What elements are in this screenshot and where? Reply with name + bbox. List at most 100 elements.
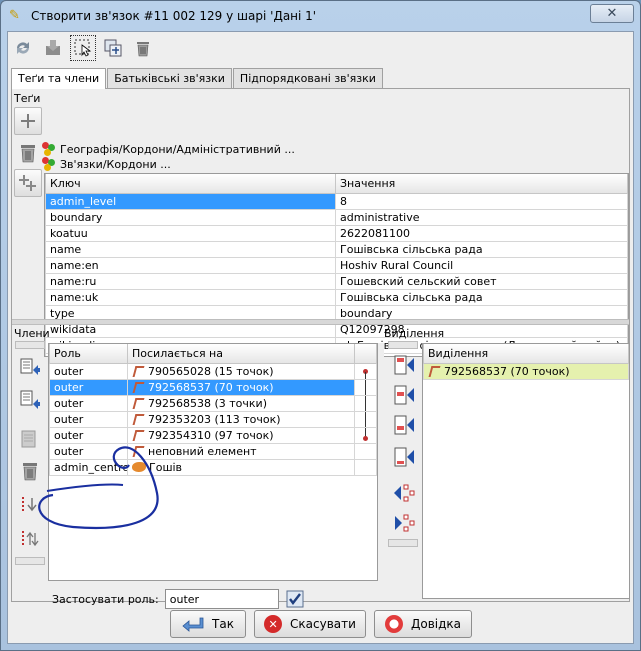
paste-tags-button[interactable] bbox=[14, 169, 42, 197]
tag-row[interactable]: boundary administrative bbox=[45, 208, 628, 226]
member-row[interactable]: outer 792568537 (70 точок) bbox=[49, 378, 377, 396]
member-ref[interactable]: Гошів bbox=[127, 458, 355, 476]
add-selected-at-end-button[interactable] bbox=[390, 443, 418, 471]
delete-tag-button[interactable] bbox=[14, 139, 42, 167]
member-role[interactable]: outer bbox=[49, 394, 128, 412]
tag-value[interactable]: Гошівська сільська рада bbox=[335, 288, 628, 306]
member-ref[interactable]: 792353203 (113 точок) bbox=[127, 410, 355, 428]
member-row[interactable]: admin_centre Гошів bbox=[49, 458, 377, 476]
sort-members-button[interactable] bbox=[16, 491, 44, 519]
download-icon[interactable] bbox=[40, 35, 66, 61]
trash-icon bbox=[21, 145, 35, 163]
tag-key[interactable]: boundary bbox=[45, 208, 336, 226]
move-down-button[interactable] bbox=[16, 385, 44, 413]
tag-row[interactable]: name:uk Гошівська сільська рада bbox=[45, 288, 628, 306]
preset-link-relations[interactable]: Зв'язки/Кордони ... bbox=[42, 157, 171, 171]
member-ref[interactable]: 790565028 (15 точок) bbox=[127, 362, 355, 380]
members-splitter[interactable] bbox=[378, 343, 384, 581]
member-role[interactable]: outer bbox=[49, 426, 128, 444]
column-header-key[interactable]: Ключ bbox=[45, 174, 336, 194]
tag-value[interactable]: Гошевский сельский совет bbox=[335, 272, 628, 290]
role-input[interactable] bbox=[164, 589, 279, 609]
tag-value[interactable]: Hoshiv Rural Council bbox=[335, 256, 628, 274]
member-role[interactable]: outer bbox=[49, 378, 128, 396]
refresh-icon[interactable] bbox=[10, 35, 36, 61]
selection-buttons-scroll-down[interactable] bbox=[388, 539, 418, 547]
tag-key[interactable]: admin_level bbox=[45, 192, 336, 210]
add-tag-button[interactable] bbox=[14, 107, 42, 135]
tag-value[interactable]: Гошівська сільська рада bbox=[335, 240, 628, 258]
select-members-button[interactable] bbox=[390, 509, 418, 537]
help-button[interactable]: Довідка bbox=[374, 610, 472, 638]
ok-button[interactable]: Так bbox=[170, 610, 246, 638]
add-selected-before-button[interactable] bbox=[390, 381, 418, 409]
lifebuoy-icon bbox=[384, 615, 403, 633]
tag-row[interactable]: name Гошівська сільська рада bbox=[45, 240, 628, 258]
tag-key[interactable]: name:en bbox=[45, 256, 336, 274]
tag-value[interactable]: 8 bbox=[335, 192, 628, 210]
member-ref[interactable]: 792568537 (70 точок) bbox=[127, 378, 355, 396]
member-row[interactable]: outer неповний елемент bbox=[49, 442, 377, 460]
member-row[interactable]: outer 792353203 (113 точок) bbox=[49, 410, 377, 428]
selection-buttons-scroll-up[interactable] bbox=[388, 341, 418, 349]
member-role[interactable]: outer bbox=[49, 410, 128, 428]
move-up-button[interactable] bbox=[16, 353, 44, 381]
selection-item[interactable]: 792568537 (70 точок) bbox=[423, 362, 629, 380]
edit-member-button[interactable] bbox=[16, 425, 44, 453]
preset-link-geography[interactable]: Географія/Кордони/Адміністративний ... bbox=[42, 142, 295, 156]
trash-icon[interactable] bbox=[130, 35, 156, 61]
tag-key[interactable]: name:ru bbox=[45, 272, 336, 290]
way-icon bbox=[132, 445, 144, 457]
tags-section-label: Теґи bbox=[14, 92, 41, 105]
members-buttons-scroll-down[interactable] bbox=[15, 557, 45, 565]
tab-child-relations[interactable]: Підпорядковані зв'язки bbox=[232, 68, 383, 88]
tag-key[interactable]: name bbox=[45, 240, 336, 258]
member-role[interactable]: outer bbox=[49, 442, 128, 460]
remove-selected-button[interactable] bbox=[390, 479, 418, 507]
member-row[interactable]: outer 792354310 (97 точок) bbox=[49, 426, 377, 444]
tag-row[interactable]: admin_level 8 bbox=[45, 192, 628, 210]
column-header-refers-to[interactable]: Посилається на bbox=[127, 344, 355, 364]
help-label: Довідка bbox=[410, 617, 462, 631]
tab-tags-and-members[interactable]: Теґи та члени bbox=[11, 68, 107, 89]
tag-value[interactable]: 2622081100 bbox=[335, 224, 628, 242]
apply-role-button[interactable] bbox=[285, 589, 305, 609]
member-ref-label: неповний елемент bbox=[148, 444, 257, 458]
member-ref[interactable]: 792568538 (3 точки) bbox=[127, 394, 355, 412]
tag-value[interactable]: administrative bbox=[335, 208, 628, 226]
close-button[interactable]: ✕ bbox=[590, 4, 634, 23]
tab-parent-relations[interactable]: Батьківські зв'язки bbox=[107, 68, 232, 88]
member-role[interactable]: admin_centre bbox=[49, 458, 128, 476]
sequence-indicator bbox=[354, 426, 377, 444]
tag-key[interactable]: koatuu bbox=[45, 224, 336, 242]
member-role[interactable]: outer bbox=[49, 362, 128, 380]
reverse-members-button[interactable] bbox=[16, 525, 44, 553]
tag-row[interactable]: koatuu 2622081100 bbox=[45, 224, 628, 242]
duplicate-icon[interactable] bbox=[100, 35, 126, 61]
add-selected-after-button[interactable] bbox=[390, 411, 418, 439]
member-ref-label: Гошів bbox=[149, 460, 183, 474]
tags-table: Ключ Значення admin_level 8 boundary admin… bbox=[44, 173, 629, 357]
cancel-button[interactable]: ✕ Скасувати bbox=[254, 610, 366, 638]
add-selected-at-start-button[interactable] bbox=[390, 351, 418, 379]
panel-splitter[interactable] bbox=[12, 319, 629, 325]
member-row[interactable]: outer 792568538 (3 точки) bbox=[49, 394, 377, 412]
column-header-role[interactable]: Роль bbox=[49, 344, 128, 364]
remove-member-button[interactable] bbox=[16, 457, 44, 485]
tag-row[interactable]: name:ru Гошевский сельский совет bbox=[45, 272, 628, 290]
select-area-icon[interactable] bbox=[70, 35, 96, 61]
tag-row[interactable]: name:en Hoshiv Rural Council bbox=[45, 256, 628, 274]
member-ref[interactable]: неповний елемент bbox=[127, 442, 355, 460]
tag-key[interactable]: name:uk bbox=[45, 288, 336, 306]
cancel-icon: ✕ bbox=[264, 615, 283, 633]
members-buttons-scroll-up[interactable] bbox=[15, 341, 45, 349]
member-ref[interactable]: 792354310 (97 точок) bbox=[127, 426, 355, 444]
member-ref-label: 792568537 (70 точок) bbox=[148, 380, 274, 394]
selection-table: Виділення 792568537 (70 точок) bbox=[422, 343, 630, 599]
column-header-value[interactable]: Значення bbox=[335, 174, 628, 194]
member-row[interactable]: outer 790565028 (15 точок) bbox=[49, 362, 377, 380]
selection-row[interactable]: 792568537 (70 точок) bbox=[423, 362, 629, 380]
add-at-start-icon bbox=[394, 355, 414, 375]
sequence-line bbox=[365, 412, 366, 426]
column-header-selection[interactable]: Виділення bbox=[423, 344, 629, 364]
